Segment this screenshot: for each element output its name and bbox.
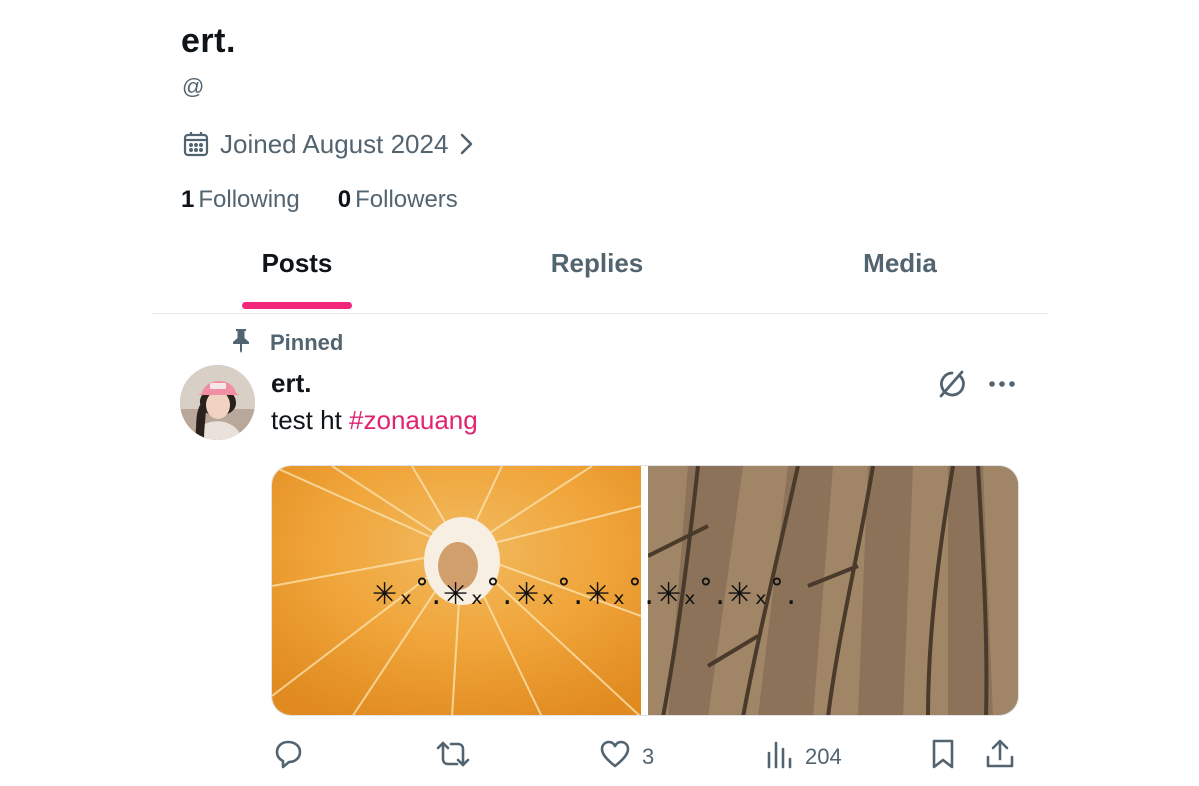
- followers-label: Followers: [355, 186, 458, 213]
- calendar-icon: [182, 130, 210, 158]
- hashtag-link[interactable]: #zonauang: [349, 405, 478, 435]
- share-button[interactable]: [984, 737, 1016, 777]
- bookmark-icon: [928, 737, 958, 777]
- views-icon: [765, 737, 795, 777]
- views-count: 204: [805, 744, 842, 769]
- like-count: 3: [642, 744, 655, 769]
- like-button[interactable]: 3: [598, 737, 654, 777]
- share-icon: [984, 737, 1016, 777]
- reply-icon: [271, 737, 305, 777]
- profile-display-name: ert.: [181, 22, 236, 60]
- profile-handle: @: [182, 74, 205, 99]
- like-icon: [598, 737, 632, 777]
- followers-link[interactable]: 0 Followers: [338, 186, 458, 214]
- tab-media[interactable]: Media: [800, 246, 1000, 302]
- profile-page: ert. @ Joined August 2024 1 Following 0 …: [0, 0, 1199, 786]
- reply-button[interactable]: [271, 737, 305, 777]
- tab-replies[interactable]: Replies: [497, 246, 697, 302]
- bookmark-button[interactable]: [928, 737, 958, 777]
- followers-count: 0: [337, 186, 352, 213]
- repost-button[interactable]: [435, 737, 471, 777]
- tab-posts[interactable]: Posts: [197, 246, 397, 309]
- post-actions: 3 204: [271, 737, 1031, 777]
- joined-label: Joined August 2024: [220, 128, 449, 159]
- tab-media-label: Media: [863, 248, 937, 278]
- more-icon[interactable]: [986, 370, 1018, 403]
- following-count: 1: [181, 186, 195, 213]
- profile-stats: 1 Following 0 Followers: [181, 186, 458, 214]
- joined-date[interactable]: Joined August 2024: [182, 126, 476, 162]
- following-label: Following: [198, 186, 300, 213]
- post-text: test ht #zonauang: [271, 405, 478, 436]
- views-button[interactable]: 204: [765, 737, 842, 777]
- active-tab-indicator: [242, 302, 352, 309]
- grok-icon[interactable]: [932, 366, 968, 407]
- tab-posts-label: Posts: [261, 248, 333, 278]
- tab-replies-label: Replies: [550, 248, 644, 278]
- pinned-label: Pinned: [270, 330, 344, 355]
- profile-tabs: Posts Replies Media: [152, 236, 1048, 314]
- repost-icon: [435, 737, 471, 777]
- post-author[interactable]: ert.: [271, 368, 311, 399]
- chevron-right-icon: [458, 131, 476, 157]
- pinned-indicator: Pinned: [230, 328, 343, 358]
- avatar[interactable]: [180, 365, 255, 440]
- media-overlay-text: ✳ₓ˚.✳ₓ˚.✳ₓ˚.✳ₓ˚.✳ₓ˚.✳ₓ˚.: [372, 577, 798, 612]
- following-link[interactable]: 1 Following: [181, 186, 300, 214]
- pin-icon: [230, 327, 252, 359]
- post-text-body: test ht: [271, 405, 350, 435]
